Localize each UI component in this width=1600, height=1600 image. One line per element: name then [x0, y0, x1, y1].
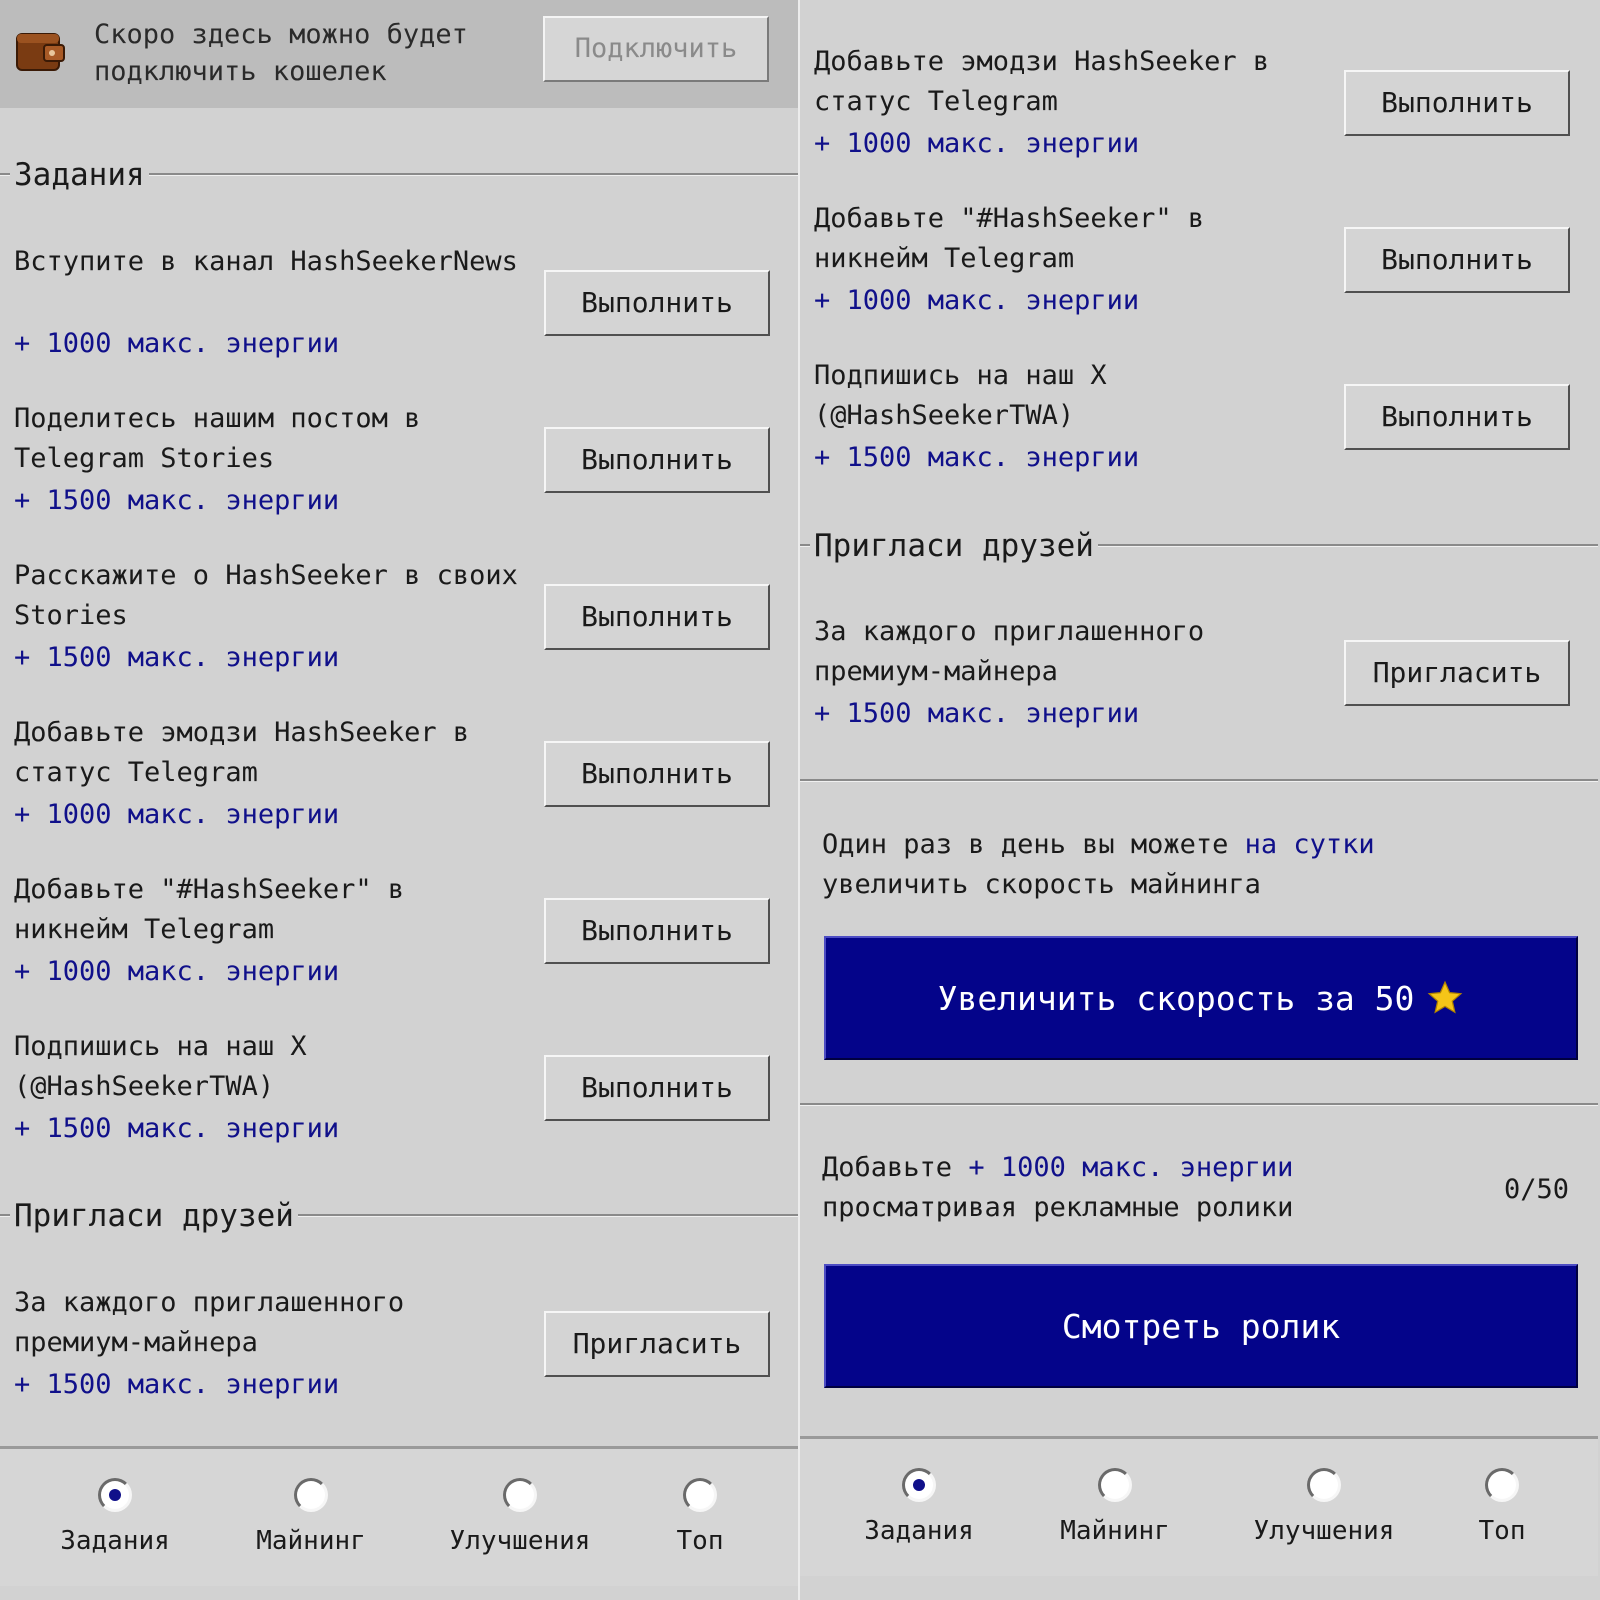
- task-title: Добавьте "#HashSeeker" в никнейм Telegra…: [14, 874, 421, 945]
- complete-task-button[interactable]: Выполнить: [1344, 70, 1570, 136]
- nav-item-mining[interactable]: Майнинг: [1040, 1436, 1190, 1576]
- complete-task-button[interactable]: Выполнить: [544, 270, 770, 336]
- bottom-nav: Задания Майнинг Улучшения Топ: [0, 1446, 798, 1586]
- ads-text-before: Добавьте: [822, 1152, 969, 1183]
- nav-label: Улучшения: [1253, 1516, 1395, 1546]
- task-item: Расскажите о HashSeeker в своих Stories …: [0, 556, 798, 706]
- task-item: Вступите в канал HashSeekerNews + 1000 м…: [0, 242, 798, 392]
- radio-selected-icon[interactable]: [98, 1478, 132, 1512]
- section-title-invite: Пригласи друзей: [10, 1196, 298, 1236]
- task-reward: + 1500 макс. энергии: [814, 442, 1140, 473]
- task-item: Добавьте "#HashSeeker" в никнейм Telegra…: [0, 870, 798, 1020]
- complete-task-button[interactable]: Выполнить: [544, 584, 770, 650]
- complete-task-button[interactable]: Выполнить: [1344, 227, 1570, 293]
- task-item: Поделитесь нашим постом в Telegram Stori…: [0, 399, 798, 549]
- section-title-tasks: Задания: [10, 155, 149, 195]
- task-reward: + 1500 макс. энергии: [14, 485, 340, 516]
- nav-item-top[interactable]: Топ: [1442, 1436, 1562, 1576]
- task-item: Подпишись на наш X (@HashSeekerTWA) + 15…: [0, 1027, 798, 1177]
- nav-label: Майнинг: [1060, 1516, 1170, 1546]
- nav-label: Задания: [60, 1526, 170, 1556]
- task-item: Добавьте эмодзи HashSeeker в статус Tele…: [0, 713, 798, 863]
- complete-task-button[interactable]: Выполнить: [544, 898, 770, 964]
- task-reward: + 1000 макс. энергии: [14, 328, 340, 359]
- nav-label: Майнинг: [256, 1526, 366, 1556]
- task-reward: + 1000 макс. энергии: [14, 799, 340, 830]
- task-title: Добавьте "#HashSeeker" в никнейм Telegra…: [814, 203, 1221, 274]
- tasks-screen-bottom: Добавьте эмодзи HashSeeker в статус Tele…: [800, 0, 1598, 1600]
- tasks-screen-top: Скоро здесь можно будет подключить кошел…: [0, 0, 798, 1600]
- divider-line: [800, 779, 1598, 782]
- radio-icon[interactable]: [1307, 1468, 1341, 1502]
- task-title: Добавьте эмодзи HashSeeker в статус Tele…: [14, 717, 486, 788]
- task-title: Расскажите о HashSeeker в своих Stories: [14, 560, 535, 631]
- task-item: Подпишись на наш X (@HashSeekerTWA) + 15…: [800, 356, 1598, 506]
- daily-boost-text-before: Один раз в день вы можете: [822, 829, 1245, 860]
- invite-reward: + 1500 макс. энергии: [814, 698, 1140, 729]
- task-reward: + 1000 макс. энергии: [814, 285, 1140, 316]
- invite-item: За каждого приглашенного премиум-майнера…: [800, 612, 1598, 762]
- radio-icon[interactable]: [294, 1478, 328, 1512]
- task-item: Добавьте "#HashSeeker" в никнейм Telegra…: [800, 199, 1598, 349]
- bottom-nav: Задания Майнинг Улучшения Топ: [800, 1436, 1598, 1576]
- complete-task-button[interactable]: Выполнить: [544, 427, 770, 493]
- nav-label: Топ: [1478, 1516, 1526, 1546]
- task-title: Подпишись на наш X (@HashSeekerTWA): [14, 1031, 323, 1102]
- daily-boost-text: Один раз в день вы можете на сутки увели…: [822, 825, 1522, 905]
- invite-reward: + 1500 макс. энергии: [14, 1369, 340, 1400]
- daily-boost-highlight: на сутки: [1244, 829, 1375, 860]
- task-item: Добавьте эмодзи HashSeeker в статус Tele…: [800, 42, 1598, 192]
- invite-title: За каждого приглашенного премиум-майнера: [14, 1287, 421, 1358]
- radio-selected-icon[interactable]: [902, 1468, 936, 1502]
- task-title: Добавьте эмодзи HashSeeker в статус Tele…: [814, 46, 1286, 117]
- wallet-message: Скоро здесь можно будет подключить кошел…: [94, 19, 468, 87]
- invite-title: За каждого приглашенного премиум-майнера: [814, 616, 1221, 687]
- nav-item-top[interactable]: Топ: [640, 1446, 760, 1586]
- watch-ad-button[interactable]: Смотреть ролик: [824, 1264, 1578, 1388]
- daily-boost-text-after: увеличить скорость майнинга: [822, 869, 1261, 900]
- ads-text-after: просматривая рекламные ролики: [822, 1192, 1294, 1223]
- boost-speed-label: Увеличить скорость за 50: [937, 978, 1415, 1018]
- invite-button[interactable]: Пригласить: [544, 1311, 770, 1377]
- complete-task-button[interactable]: Выполнить: [544, 741, 770, 807]
- task-reward: + 1000 макс. энергии: [14, 956, 340, 987]
- ads-counter: 0/50: [1504, 1174, 1570, 1205]
- radio-icon[interactable]: [1098, 1468, 1132, 1502]
- radio-icon[interactable]: [503, 1478, 537, 1512]
- divider-line: [800, 1103, 1598, 1106]
- connect-wallet-button[interactable]: Подключить: [543, 16, 769, 82]
- radio-icon[interactable]: [683, 1478, 717, 1512]
- task-title: Поделитесь нашим постом в Telegram Stori…: [14, 403, 437, 474]
- nav-item-upgrades[interactable]: Улучшения: [430, 1446, 610, 1586]
- complete-task-button[interactable]: Выполнить: [544, 1055, 770, 1121]
- invite-item: За каждого приглашенного премиум-майнера…: [0, 1283, 798, 1433]
- nav-label: Задания: [864, 1516, 974, 1546]
- task-reward: + 1000 макс. энергии: [814, 128, 1140, 159]
- invite-button[interactable]: Пригласить: [1344, 640, 1570, 706]
- ads-highlight: + 1000 макс. энергии: [968, 1152, 1294, 1183]
- ads-text: Добавьте + 1000 макс. энергии просматрив…: [822, 1148, 1382, 1228]
- nav-item-tasks[interactable]: Задания: [844, 1436, 994, 1576]
- task-reward: + 1500 макс. энергии: [14, 642, 340, 673]
- wallet-banner: Скоро здесь можно будет подключить кошел…: [0, 0, 798, 108]
- nav-item-upgrades[interactable]: Улучшения: [1234, 1436, 1414, 1576]
- radio-icon[interactable]: [1485, 1468, 1519, 1502]
- nav-label: Топ: [676, 1526, 724, 1556]
- boost-speed-button[interactable]: Увеличить скорость за 50: [824, 936, 1578, 1060]
- nav-label: Улучшения: [449, 1526, 591, 1556]
- task-title: Подпишись на наш X (@HashSeekerTWA): [814, 360, 1123, 431]
- section-title-invite: Пригласи друзей: [810, 526, 1098, 566]
- star-icon: [1428, 980, 1463, 1014]
- nav-item-tasks[interactable]: Задания: [40, 1446, 190, 1586]
- task-title: Вступите в канал HashSeekerNews: [14, 246, 518, 277]
- watch-ad-label: Смотреть ролик: [1061, 1306, 1341, 1346]
- complete-task-button[interactable]: Выполнить: [1344, 384, 1570, 450]
- task-reward: + 1500 макс. энергии: [14, 1113, 340, 1144]
- wallet-icon: [16, 33, 65, 71]
- nav-item-mining[interactable]: Майнинг: [236, 1446, 386, 1586]
